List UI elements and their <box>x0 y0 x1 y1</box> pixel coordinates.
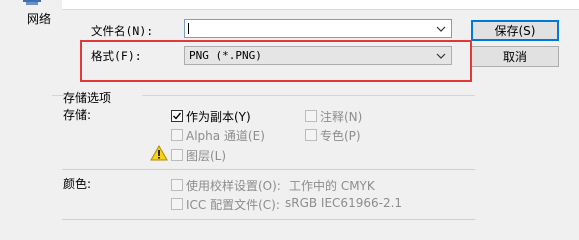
network-label[interactable]: 网络 <box>27 10 51 27</box>
file-list-area[interactable] <box>62 0 579 10</box>
save-button[interactable]: 保存(S) <box>471 20 559 41</box>
as-copy-checkbox[interactable] <box>171 110 183 122</box>
divider <box>62 169 475 170</box>
proof-setup-value: 工作中的 CMYK <box>289 179 375 193</box>
filename-input[interactable] <box>184 19 452 38</box>
use-proof-setup-checkbox[interactable] <box>171 179 183 191</box>
icc-profile-value: sRGB IEC61966-2.1 <box>285 196 403 210</box>
storage-group-title: 存储选项 <box>63 91 112 105</box>
chevron-down-icon[interactable] <box>433 20 449 37</box>
cancel-button[interactable]: 取消 <box>471 46 559 67</box>
navigation-pane: 网络 <box>0 0 62 40</box>
spot-colors-checkbox[interactable] <box>305 129 317 141</box>
network-icon <box>23 0 41 5</box>
group-border <box>142 95 475 96</box>
as-copy-label[interactable]: 作为副本(Y) <box>186 108 251 125</box>
notes-checkbox[interactable] <box>305 110 317 122</box>
alpha-channels-label[interactable]: Alpha 通道(E) <box>186 127 265 144</box>
warning-icon <box>150 145 168 161</box>
divider <box>62 219 475 220</box>
filename-label: 文件名(N): <box>91 24 154 38</box>
spot-colors-label[interactable]: 专色(P) <box>320 127 361 144</box>
highlight-box <box>80 40 472 82</box>
notes-label[interactable]: 注释(N) <box>320 108 362 125</box>
check-icon <box>173 112 182 120</box>
color-label: 颜色: <box>63 177 92 191</box>
icc-profile-checkbox[interactable] <box>171 198 183 210</box>
icc-profile-label[interactable]: ICC 配置文件(C): <box>186 196 280 213</box>
storage-label: 存储: <box>63 108 92 122</box>
use-proof-setup-label[interactable]: 使用校样设置(O): <box>186 177 281 194</box>
text-cursor <box>188 23 189 34</box>
alpha-channels-checkbox[interactable] <box>171 129 183 141</box>
layers-checkbox[interactable] <box>171 149 183 161</box>
layers-label[interactable]: 图层(L) <box>186 147 226 164</box>
